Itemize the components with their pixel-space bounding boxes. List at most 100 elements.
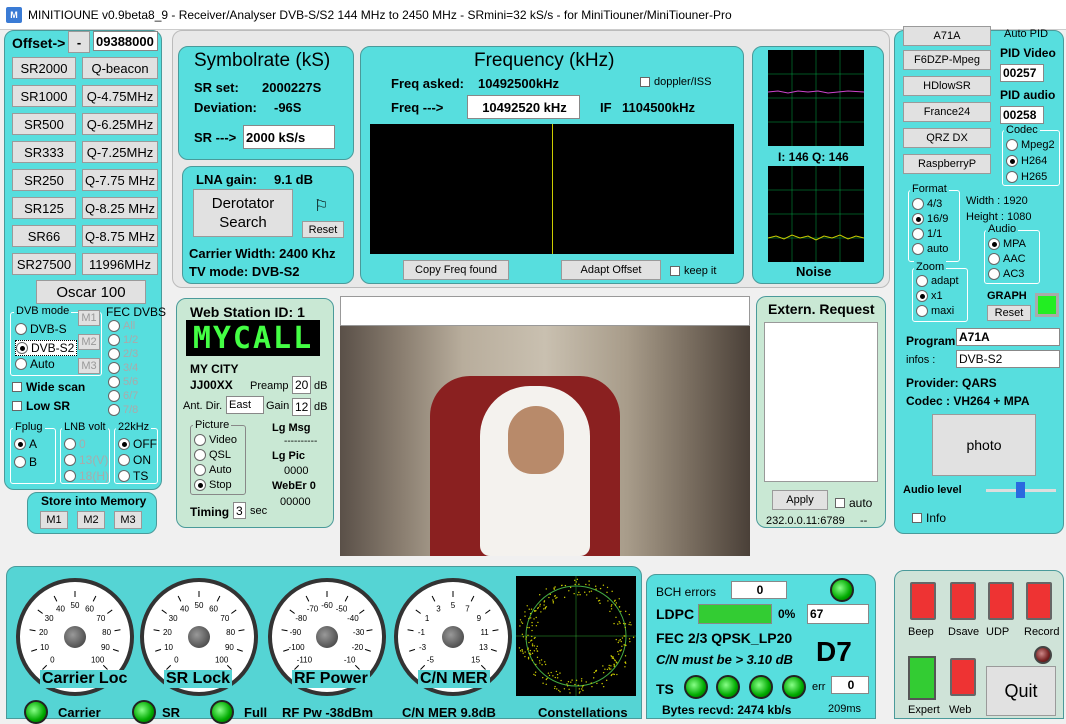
sr-button-7[interactable]: SR27500 xyxy=(12,253,76,275)
radio-adapt[interactable]: adapt xyxy=(916,275,959,287)
timing-input[interactable]: 3 xyxy=(233,502,246,519)
radio-pic-stop[interactable]: Stop xyxy=(194,479,232,491)
wide-scan-check[interactable]: Wide scan xyxy=(12,380,85,394)
radio-pic-auto[interactable]: Auto xyxy=(194,464,232,476)
deviation-label: Deviation: xyxy=(194,100,257,115)
radio-fplug-b[interactable]: B xyxy=(14,455,37,469)
memory-m1-button[interactable]: M1 xyxy=(40,511,68,529)
sr-button-2[interactable]: SR500 xyxy=(12,113,76,135)
radio-mpeg2[interactable]: Mpeg2 xyxy=(1006,139,1055,151)
gain-input[interactable]: 12 xyxy=(292,398,311,416)
quit-button[interactable]: Quit xyxy=(986,666,1056,716)
m3-mode-button[interactable]: M3 xyxy=(78,358,100,374)
keep-it-check[interactable]: keep it xyxy=(670,265,716,277)
q-button-1[interactable]: Q-4.75MHz xyxy=(82,85,158,107)
switch-beep[interactable] xyxy=(910,582,936,620)
radio-fec-3[interactable]: 3/4 xyxy=(108,362,138,374)
sr-button-4[interactable]: SR250 xyxy=(12,169,76,191)
q-button-5[interactable]: Q-8.25 MHz xyxy=(82,197,158,219)
sr-button-6[interactable]: SR66 xyxy=(12,225,76,247)
radio-h265[interactable]: H265 xyxy=(1006,171,1047,183)
q-button-2[interactable]: Q-6.25MHz xyxy=(82,113,158,135)
sr-button-1[interactable]: SR1000 xyxy=(12,85,76,107)
pid-video-input[interactable]: 00257 xyxy=(1000,64,1044,82)
photo-button[interactable]: photo xyxy=(932,414,1036,476)
radio-fec-5[interactable]: 6/7 xyxy=(108,390,138,402)
program-input[interactable]: A71A xyxy=(956,328,1060,346)
radio-fec-4[interactable]: 5/6 xyxy=(108,376,138,388)
memory-m3-button[interactable]: M3 xyxy=(114,511,142,529)
m1-mode-button[interactable]: M1 xyxy=(78,310,100,326)
radio-format-auto[interactable]: auto xyxy=(912,243,948,255)
radio-x1[interactable]: x1 xyxy=(916,290,943,302)
preset-button-0[interactable]: A71A xyxy=(903,26,991,46)
radio-aac[interactable]: AAC xyxy=(988,253,1026,265)
graph-reset-button[interactable]: Reset xyxy=(987,305,1031,321)
sr-button-5[interactable]: SR125 xyxy=(12,197,76,219)
radio-fec-1[interactable]: 1/2 xyxy=(108,334,138,346)
radio-22k-on[interactable]: ON xyxy=(118,453,151,467)
info-check[interactable]: Info xyxy=(912,511,946,525)
q-button-4[interactable]: Q-7.75 MHz xyxy=(82,169,158,191)
radio-22k-off[interactable]: OFF xyxy=(118,437,157,451)
preset-button-5[interactable]: RaspberryP xyxy=(903,154,991,174)
radio-lnb-18[interactable]: 18(H) xyxy=(64,469,109,483)
audio-level-slider[interactable] xyxy=(1016,482,1025,498)
radio-22k-ts[interactable]: TS xyxy=(118,469,148,483)
auto-check[interactable]: auto xyxy=(835,496,872,510)
preset-button-2[interactable]: HDlowSR xyxy=(903,76,991,96)
radio-fplug-a[interactable]: A xyxy=(14,437,37,451)
adapt-offset-button[interactable]: Adapt Offset xyxy=(561,260,661,280)
pid-audio-input[interactable]: 00258 xyxy=(1000,106,1044,124)
radio-pic-qsl[interactable]: QSL xyxy=(194,449,231,461)
preset-button-3[interactable]: France24 xyxy=(903,102,991,122)
radio-fec-2[interactable]: 2/3 xyxy=(108,348,138,360)
low-sr-check[interactable]: Low SR xyxy=(12,399,70,413)
radio-dvbs[interactable]: DVB-S xyxy=(15,322,67,336)
radio-fec-0[interactable]: All xyxy=(108,320,135,332)
radio-11[interactable]: 1/1 xyxy=(912,228,942,240)
expert-switch[interactable] xyxy=(908,656,936,700)
sr-button-3[interactable]: SR333 xyxy=(12,141,76,163)
offset-minus-button[interactable]: - xyxy=(68,31,90,53)
offset-value[interactable]: 09388000 xyxy=(93,31,158,51)
switch-dsave[interactable] xyxy=(950,582,976,620)
q-button-7[interactable]: 11996MHz xyxy=(82,253,158,275)
radio-dvbs2[interactable]: DVB-S2 xyxy=(15,340,78,356)
graph-indicator[interactable] xyxy=(1035,293,1059,317)
derotator-search-button[interactable]: Derotator Search xyxy=(193,189,293,237)
oscar100-button[interactable]: Oscar 100 xyxy=(36,280,146,304)
copy-freq-button[interactable]: Copy Freq found xyxy=(403,260,509,280)
radio-h264[interactable]: H264 xyxy=(1006,155,1047,167)
q-button-3[interactable]: Q-7.25MHz xyxy=(82,141,158,163)
doppler-check[interactable]: doppler/ISS xyxy=(640,76,711,88)
preset-button-4[interactable]: QRZ DX xyxy=(903,128,991,148)
switch-udp[interactable] xyxy=(988,582,1014,620)
infos-input[interactable]: DVB-S2 xyxy=(956,350,1060,368)
radio-43[interactable]: 4/3 xyxy=(912,198,942,210)
radio-mpa[interactable]: MPA xyxy=(988,238,1026,250)
radio-auto[interactable]: Auto xyxy=(15,357,55,371)
memory-m2-button[interactable]: M2 xyxy=(77,511,105,529)
antdir-input[interactable]: East xyxy=(226,396,264,414)
m2-mode-button[interactable]: M2 xyxy=(78,334,100,350)
radio-169[interactable]: 16/9 xyxy=(912,213,948,225)
radio-pic-video[interactable]: Video xyxy=(194,434,237,446)
lna-reset-button[interactable]: Reset xyxy=(302,221,344,238)
switch-record[interactable] xyxy=(1026,582,1052,620)
radio-lnb-13[interactable]: 13(V) xyxy=(64,453,108,467)
radio-maxi[interactable]: maxi xyxy=(916,305,954,317)
extern-list[interactable] xyxy=(764,322,878,482)
radio-fec-6[interactable]: 7/8 xyxy=(108,404,138,416)
apply-button[interactable]: Apply xyxy=(772,490,828,510)
web-switch[interactable] xyxy=(950,658,976,696)
radio-ac3[interactable]: AC3 xyxy=(988,268,1024,280)
q-button-6[interactable]: Q-8.75 MHz xyxy=(82,225,158,247)
spectrum-display[interactable] xyxy=(370,124,734,254)
preamp-input[interactable]: 20 xyxy=(292,376,311,394)
video-display[interactable] xyxy=(340,326,750,556)
sr-button-0[interactable]: SR2000 xyxy=(12,57,76,79)
q-button-0[interactable]: Q-beacon xyxy=(82,57,158,79)
radio-lnb-0[interactable]: 0 xyxy=(64,437,86,451)
preset-button-1[interactable]: F6DZP-Mpeg xyxy=(903,50,991,70)
